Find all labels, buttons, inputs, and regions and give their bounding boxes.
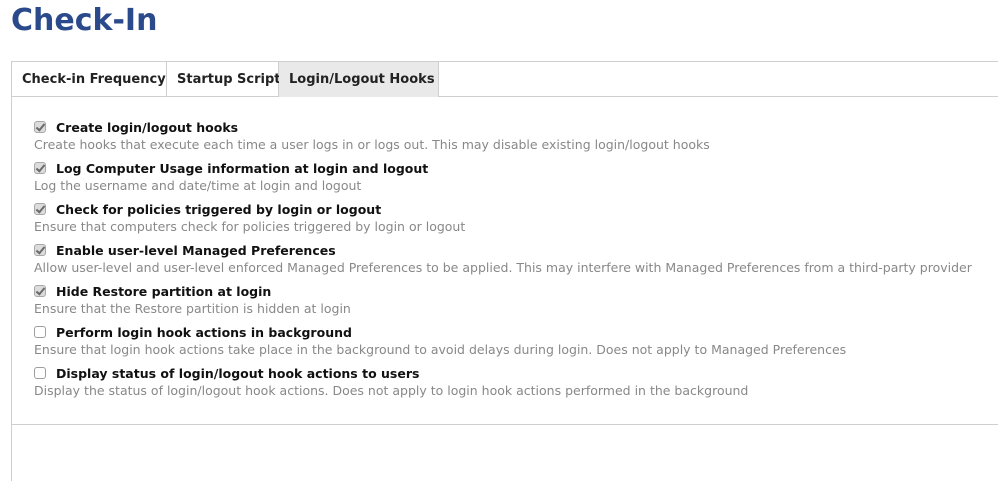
option-description: Ensure that computers check for policies… bbox=[34, 219, 466, 234]
option-check-policies: Check for policies triggered by login or… bbox=[34, 200, 994, 236]
option-background-hooks: Perform login hook actions in background… bbox=[34, 323, 994, 359]
option-label: Check for policies triggered by login or… bbox=[56, 201, 382, 217]
option-display-status: Display status of login/logout hook acti… bbox=[34, 364, 994, 400]
option-description: Display the status of login/logout hook … bbox=[34, 383, 749, 398]
option-label: Log Computer Usage information at login … bbox=[56, 160, 429, 176]
log-usage-checkbox[interactable] bbox=[34, 162, 46, 174]
option-label: Hide Restore partition at login bbox=[56, 283, 272, 299]
option-label: Perform login hook actions in background bbox=[56, 324, 352, 340]
tab-bar: Check-in Frequency Startup Script Login/… bbox=[12, 61, 998, 97]
option-label: Enable user-level Managed Preferences bbox=[56, 242, 336, 258]
option-managed-preferences: Enable user-level Managed Preferences Al… bbox=[34, 241, 994, 277]
tab-check-in-frequency[interactable]: Check-in Frequency bbox=[12, 62, 167, 97]
page-title: Check-In bbox=[11, 3, 158, 38]
option-description: Log the username and date/time at login … bbox=[34, 178, 362, 193]
settings-panel: Check-in Frequency Startup Script Login/… bbox=[11, 61, 998, 481]
background-hooks-checkbox[interactable] bbox=[34, 326, 46, 338]
option-label: Display status of login/logout hook acti… bbox=[56, 365, 420, 381]
check-policies-checkbox[interactable] bbox=[34, 203, 46, 215]
option-description: Create hooks that execute each time a us… bbox=[34, 137, 710, 152]
option-description: Ensure that the Restore partition is hid… bbox=[34, 301, 351, 316]
option-create-hooks: Create login/logout hooks Create hooks t… bbox=[34, 118, 994, 154]
tab-content: Create login/logout hooks Create hooks t… bbox=[12, 97, 998, 425]
tab-login-logout-hooks[interactable]: Login/Logout Hooks bbox=[279, 62, 439, 97]
option-label: Create login/logout hooks bbox=[56, 119, 239, 135]
option-hide-restore: Hide Restore partition at login Ensure t… bbox=[34, 282, 994, 318]
option-description: Ensure that login hook actions take plac… bbox=[34, 342, 847, 357]
option-log-usage: Log Computer Usage information at login … bbox=[34, 159, 994, 195]
option-description: Allow user-level and user-level enforced… bbox=[34, 260, 972, 275]
hide-restore-checkbox[interactable] bbox=[34, 285, 46, 297]
create-hooks-checkbox[interactable] bbox=[34, 121, 46, 133]
tab-startup-script[interactable]: Startup Script bbox=[167, 62, 281, 97]
display-status-checkbox[interactable] bbox=[34, 367, 46, 379]
managed-preferences-checkbox[interactable] bbox=[34, 244, 46, 256]
